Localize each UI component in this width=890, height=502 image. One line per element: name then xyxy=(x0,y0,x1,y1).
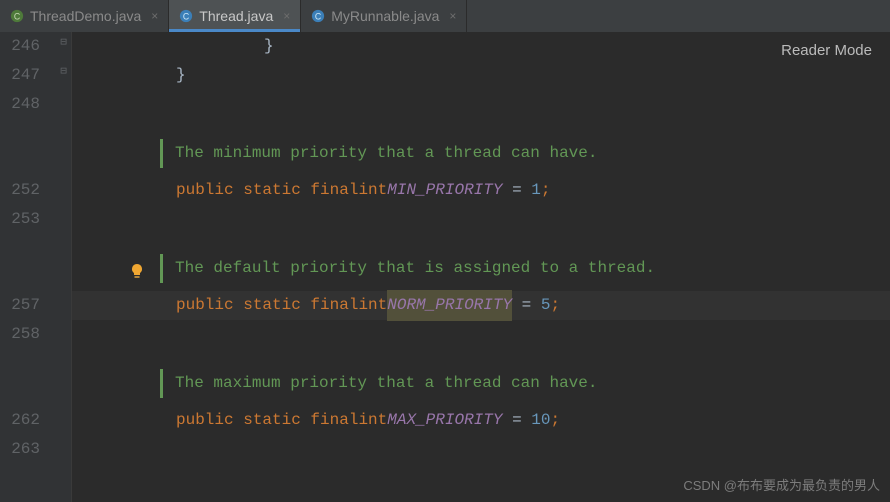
javadoc-comment[interactable]: The default priority that is assigned to… xyxy=(160,254,890,283)
tab-thread[interactable]: C Thread.java × xyxy=(169,0,301,32)
close-icon[interactable]: × xyxy=(151,9,158,23)
class-icon: C xyxy=(10,9,24,23)
code-line[interactable]: public static final int MIN_PRIORITY = 1… xyxy=(72,176,890,205)
tab-threaddemo[interactable]: C ThreadDemo.java × xyxy=(0,0,169,32)
line-number xyxy=(0,139,40,168)
line-number xyxy=(0,369,40,398)
line-number: 262 xyxy=(0,406,40,435)
fold-marker-icon[interactable]: ⊟ xyxy=(56,32,71,49)
fold-column: ⊟⊟ xyxy=(56,32,72,502)
line-number: 252 xyxy=(0,176,40,205)
tab-bar: C ThreadDemo.java × C Thread.java × C My… xyxy=(0,0,890,32)
line-number: 263 xyxy=(0,435,40,464)
line-number-gutter: 246247248 252253 257258 262263 xyxy=(0,32,56,502)
code-line[interactable] xyxy=(72,90,890,119)
code-line[interactable]: public static final int NORM_PRIORITY = … xyxy=(72,291,890,320)
watermark: CSDN @布布要成为最负责的男人 xyxy=(683,475,880,494)
javadoc-comment[interactable]: The maximum priority that a thread can h… xyxy=(160,369,890,398)
code-area[interactable]: }} The minimum priority that a thread can… xyxy=(72,32,890,502)
line-number: 246 xyxy=(0,32,40,61)
line-number: 247 xyxy=(0,61,40,90)
class-icon: C xyxy=(179,9,193,23)
code-line[interactable] xyxy=(72,320,890,349)
svg-text:C: C xyxy=(14,12,20,22)
line-number: 258 xyxy=(0,320,40,349)
line-number: 253 xyxy=(0,205,40,234)
intention-bulb-icon[interactable] xyxy=(129,261,145,277)
fold-marker-icon[interactable]: ⊟ xyxy=(56,61,71,78)
tab-label: Thread.java xyxy=(199,8,273,24)
class-icon: C xyxy=(311,9,325,23)
editor: 246247248252253257258262263 ⊟⊟ }}The min… xyxy=(0,32,890,502)
line-number: 257 xyxy=(0,291,40,320)
javadoc-comment[interactable]: The minimum priority that a thread can h… xyxy=(160,139,890,168)
svg-text:C: C xyxy=(315,12,321,22)
code-line[interactable] xyxy=(72,205,890,234)
tab-label: MyRunnable.java xyxy=(331,8,439,24)
line-number xyxy=(0,254,40,283)
code-line[interactable] xyxy=(72,435,890,464)
close-icon[interactable]: × xyxy=(283,9,290,23)
line-number: 248 xyxy=(0,90,40,119)
code-line[interactable]: public static final int MAX_PRIORITY = 1… xyxy=(72,406,890,435)
code-line[interactable]: } xyxy=(72,61,890,90)
tab-myrunnable[interactable]: C MyRunnable.java × xyxy=(301,0,467,32)
code-line[interactable]: } xyxy=(72,32,890,61)
close-icon[interactable]: × xyxy=(449,9,456,23)
tab-label: ThreadDemo.java xyxy=(30,8,141,24)
svg-text:C: C xyxy=(183,12,189,22)
